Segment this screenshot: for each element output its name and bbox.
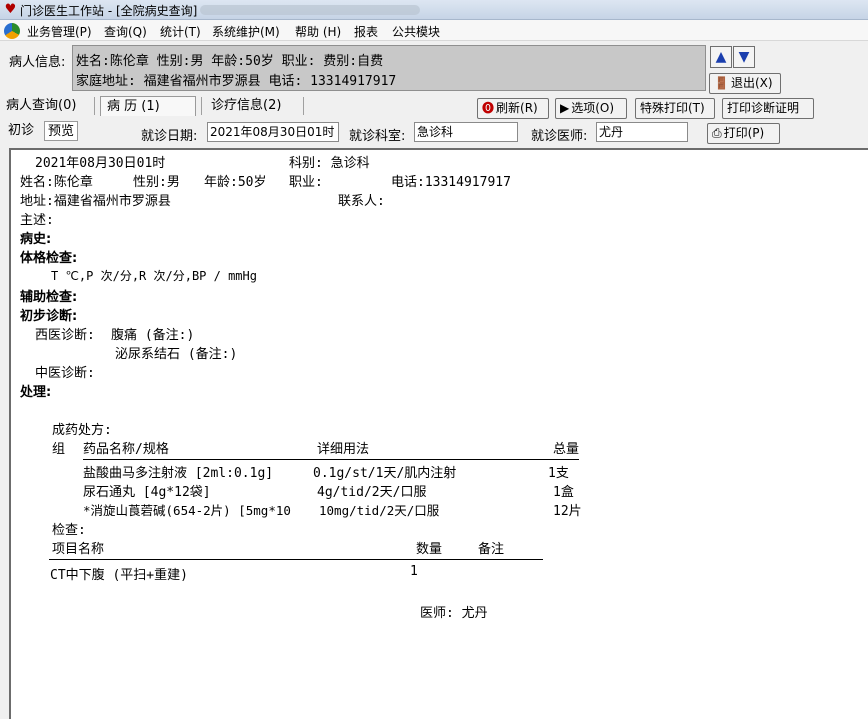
visit-date-field[interactable]: 2021年08月30日01时 [207,122,339,142]
rx-row-total: 12片 [553,504,582,519]
menu-business[interactable]: 业务管理(P) [27,23,92,40]
patient-info-label: 病人信息: [9,55,66,70]
rx-row-total: 1支 [548,466,569,481]
record-complaint: 主述: [20,213,54,228]
record-sex: 性别:男 [133,175,180,190]
subtab-first-visit[interactable]: 初诊 [5,121,37,141]
patient-info-line2: 家庭地址: 福建省福州市罗源县 电话: 13314917917 [76,74,397,89]
print-button-label: 打印(P) [723,126,765,140]
rx-row-drug: 尿石通丸 [4g*12袋] [83,485,211,500]
rx-row-usage: 10mg/tid/2天/口服 [319,503,440,518]
window-title: 门诊医生工作站 - [全院病史查询] [20,4,198,18]
blurred-title-extra [200,5,420,15]
arrow-down-icon: ▼ [738,49,750,65]
print-diagnosis-cert-button[interactable]: 打印诊断证明 [722,98,814,119]
rx-header-usage: 详细用法 [317,442,370,457]
exit-door-icon: 🚪 [714,76,729,90]
arrow-up-icon: ▲ [715,49,727,65]
record-diagnosis-title: 初步诊断: [20,309,78,324]
visit-doctor-field[interactable]: 尤丹 [596,122,688,142]
record-contact: 联系人: [338,194,385,209]
options-button-label: 选项(O) [571,101,615,115]
check-header-note: 备注 [478,542,505,557]
patient-info-panel: 姓名:陈伦章 性别:男 年龄:50岁 职业: 费别:自费 家庭地址: 福建省福州… [72,45,706,91]
visit-dept-field[interactable]: 急诊科 [414,122,518,142]
check-header-item: 项目名称 [52,542,105,557]
record-name: 姓名:陈伦章 [20,175,93,190]
rx-row-total: 1盒 [553,485,574,500]
rx-header-rule [83,459,579,460]
record-treatment-title: 处理: [20,385,52,400]
app-logo-icon [4,23,20,39]
tab-medical-record[interactable]: 病 历 (1) [100,96,196,116]
western-diagnosis-1: 腹痛 (备注:) [111,328,195,343]
tab-separator [201,97,202,115]
patient-info-line1: 姓名:陈伦章 性别:男 年龄:50岁 职业: 费别:自费 [76,54,384,69]
tab-patient-query[interactable]: 病人查询(0) [6,96,76,116]
visit-dept-label: 就诊科室: [349,129,406,144]
print-button[interactable]: ⎙ 打印(P) [707,123,780,144]
app-icon: ♥ [4,2,17,17]
refresh-button[interactable]: ⓿ 刷新(R) [477,98,549,119]
next-patient-button[interactable]: ▼ [733,46,755,68]
title-bar: ♥ 门诊医生工作站 - [全院病史查询] [0,0,868,20]
menu-report[interactable]: 报表 [354,23,378,40]
rx-header-drug: 药品名称/规格 [83,442,169,457]
record-vitals: T ℃,P 次/分,R 次/分,BP / mmHg [51,269,257,283]
visit-doctor-label: 就诊医师: [531,129,588,144]
rx-header-total: 总量 [553,442,580,457]
exit-button[interactable]: 🚪 退出(X) [709,73,781,94]
refresh-icon: ⓿ [482,101,495,115]
rx-row-drug: 盐酸曲马多注射液 [2ml:0.1g] [83,466,274,481]
check-row-qty: 1 [410,564,418,579]
prescription-title: 成药处方: [52,423,112,438]
menu-query[interactable]: 查询(Q) [104,23,147,40]
menu-bar: 业务管理(P) 查询(Q) 统计(T) 系统维护(M) 帮助 (H) 报表 公共… [0,20,868,41]
chinese-diagnosis-label: 中医诊断: [35,366,95,381]
check-row-item: CT中下腹 (平扫+重建) [50,568,188,583]
subtab-preview[interactable]: 预览 [44,121,79,141]
record-phone: 电话:13314917917 [391,175,511,190]
record-department: 科别: 急诊科 [289,156,370,171]
options-button[interactable]: ▶ 选项(O) [555,98,627,119]
refresh-button-label: 刷新(R) [496,101,538,115]
record-history-title: 病史: [20,232,52,247]
menu-statistics[interactable]: 统计(T) [160,23,201,40]
record-address: 地址:福建省福州市罗源县 [20,194,171,209]
check-header-rule [49,559,543,560]
medical-record-preview: 2021年08月30日01时 科别: 急诊科 姓名:陈伦章 性别:男 年龄:50… [9,148,868,719]
rx-header-group: 组 [52,442,66,457]
exit-button-label: 退出(X) [730,76,773,90]
tab-separator [94,97,95,115]
check-header-qty: 数量 [416,542,443,557]
menu-common[interactable]: 公共模块 [392,23,440,40]
menu-system[interactable]: 系统维护(M) [212,23,280,40]
visit-date-label: 就诊日期: [141,129,198,144]
tab-separator [303,97,304,115]
record-exam-title: 体格检查: [20,251,78,266]
record-job: 职业: [289,175,323,190]
rx-row-usage: 0.1g/st/1天/肌内注射 [313,466,457,481]
previous-patient-button[interactable]: ▲ [710,46,732,68]
rx-row-usage: 4g/tid/2天/口服 [317,485,427,500]
record-age: 年龄:50岁 [204,175,267,190]
doctor-signature: 医师: 尤丹 [420,606,488,621]
printer-icon: ⎙ [712,126,722,140]
record-datetime: 2021年08月30日01时 [35,156,166,171]
check-title: 检查: [52,523,86,538]
western-diagnosis-label: 西医诊断: [35,328,95,343]
options-icon: ▶ [560,101,570,115]
record-aux-title: 辅助检查: [20,290,78,305]
tab-treatment-info[interactable]: 诊疗信息(2) [211,96,281,116]
western-diagnosis-2: 泌尿系结石 (备注:) [115,347,238,362]
rx-row-drug: *消旋山莨菪碱(654-2片) [5mg*10 [83,503,291,518]
menu-help[interactable]: 帮助 (H) [295,23,341,40]
special-print-button[interactable]: 特殊打印(T) [635,98,715,119]
